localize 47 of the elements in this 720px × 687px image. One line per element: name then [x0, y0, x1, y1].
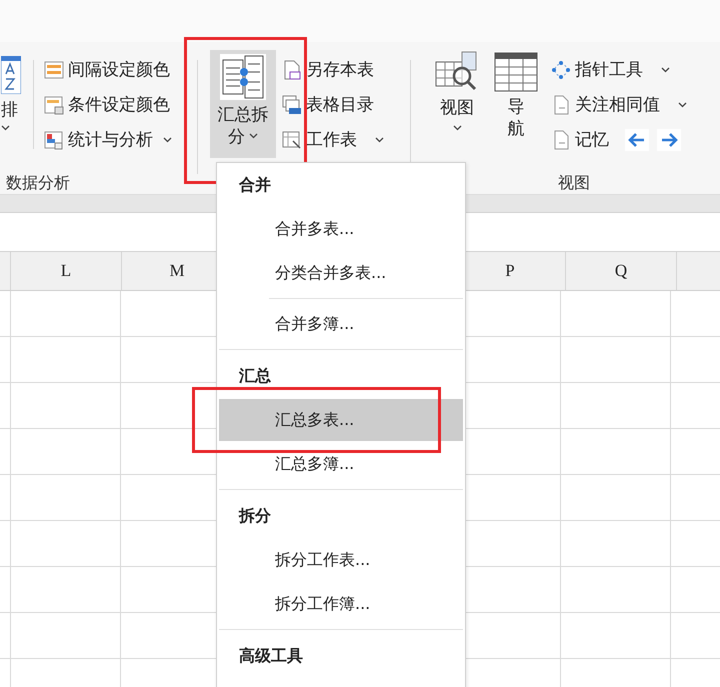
right-arrow-icon: [660, 132, 678, 148]
table-icon: [44, 94, 64, 114]
forward-button[interactable]: [657, 128, 681, 150]
ribbon-button[interactable]: 工作表: [306, 128, 357, 151]
caret-icon: [375, 136, 384, 142]
merge-tables-icon: [220, 54, 266, 100]
menu-section-title: 拆分: [238, 505, 272, 527]
caret-icon: [163, 136, 172, 142]
ribbon-button[interactable]: 间隔设定颜色: [68, 58, 170, 81]
sort-button[interactable]: 排: [1, 98, 18, 121]
menu-item[interactable]: 汇总多表...: [219, 399, 463, 441]
summary-split-button[interactable]: 汇总拆分: [210, 50, 276, 158]
bar-table-icon: [44, 130, 64, 150]
group-label: 数据分析: [5, 173, 71, 194]
caret-icon: [661, 66, 670, 72]
caret-icon: [249, 133, 258, 139]
ribbon-button[interactable]: 指针工具: [575, 58, 643, 81]
ribbon-button[interactable]: 表格目录: [306, 93, 374, 116]
left-arrow-icon: [628, 132, 646, 148]
table-cursor-icon: [282, 130, 302, 150]
caret-icon: [1, 125, 10, 131]
menu-item[interactable]: 汇总多簿...: [219, 443, 463, 485]
stacked-tables-icon: [282, 94, 302, 114]
menu-item[interactable]: 拆分工作表...: [219, 539, 463, 581]
grid-table-icon: [493, 50, 539, 94]
menu-section-title: 高级工具: [238, 645, 304, 667]
ribbon-button[interactable]: 另存本表: [306, 58, 374, 81]
menu-section-title: 合并: [238, 174, 272, 196]
striped-list-icon: [44, 60, 64, 80]
menu-section-title: 汇总: [238, 365, 272, 387]
caret-icon: [452, 125, 462, 131]
column-header[interactable]: L: [11, 252, 122, 290]
caret-icon: [678, 102, 687, 108]
ribbon-button[interactable]: 条件设定颜色: [68, 93, 170, 116]
menu-item[interactable]: 合并多表...: [219, 208, 463, 250]
ribbon-button[interactable]: 记忆: [575, 128, 609, 151]
group-label: 视图: [557, 173, 591, 194]
column-header[interactable]: Q: [566, 252, 677, 290]
navigation-button[interactable]: 导航: [485, 50, 547, 169]
view-button[interactable]: 视图: [429, 50, 485, 169]
menu-item[interactable]: 拆分工作簿...: [219, 583, 463, 625]
back-button[interactable]: [625, 128, 649, 150]
document-icon: [282, 60, 302, 80]
ribbon-button[interactable]: 统计与分析: [68, 128, 153, 151]
dotted-circle-icon: [551, 60, 571, 80]
ribbon-button[interactable]: 关注相同值: [575, 93, 660, 116]
menu-item[interactable]: 合并多簿...: [219, 303, 463, 345]
